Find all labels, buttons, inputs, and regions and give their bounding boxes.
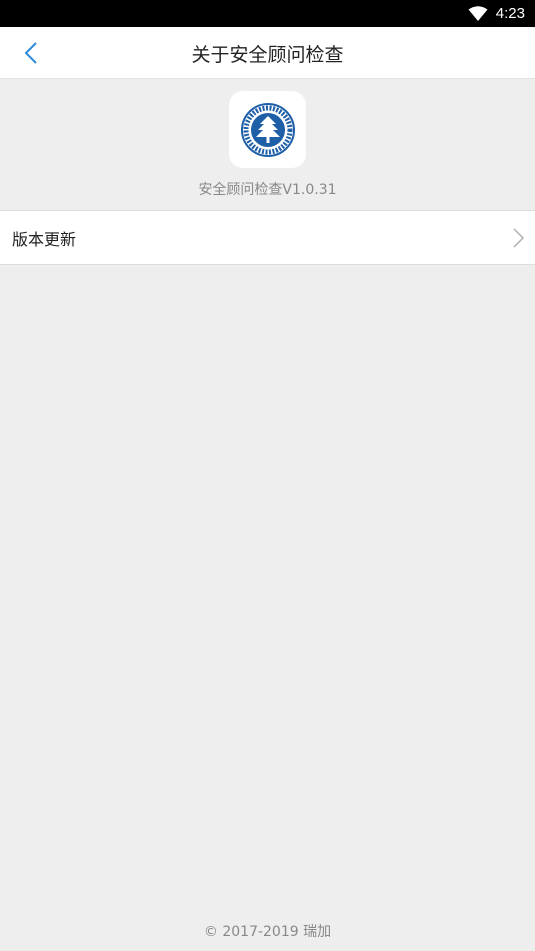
status-bar: 4:23 (0, 0, 535, 27)
app-version: 安全顾问检查V1.0.31 (198, 182, 337, 198)
back-button[interactable] (16, 39, 46, 67)
page-title: 关于安全顾问检查 (191, 43, 344, 66)
chevron-left-icon (24, 42, 37, 64)
copyright-footer: © 2017-2019 瑞加 (203, 924, 332, 940)
university-seal-icon (240, 102, 295, 157)
menu-item-label: 版本更新 (12, 229, 77, 249)
wifi-icon (468, 5, 488, 21)
menu-item-version-update[interactable]: 版本更新 (0, 210, 535, 265)
chevron-right-icon (513, 228, 525, 248)
status-time: 4:23 (495, 5, 525, 22)
about-section: 安全顾问检查V1.0.31 (0, 79, 535, 210)
nav-bar: 关于安全顾问检查 (0, 27, 535, 79)
app-icon (229, 91, 306, 168)
